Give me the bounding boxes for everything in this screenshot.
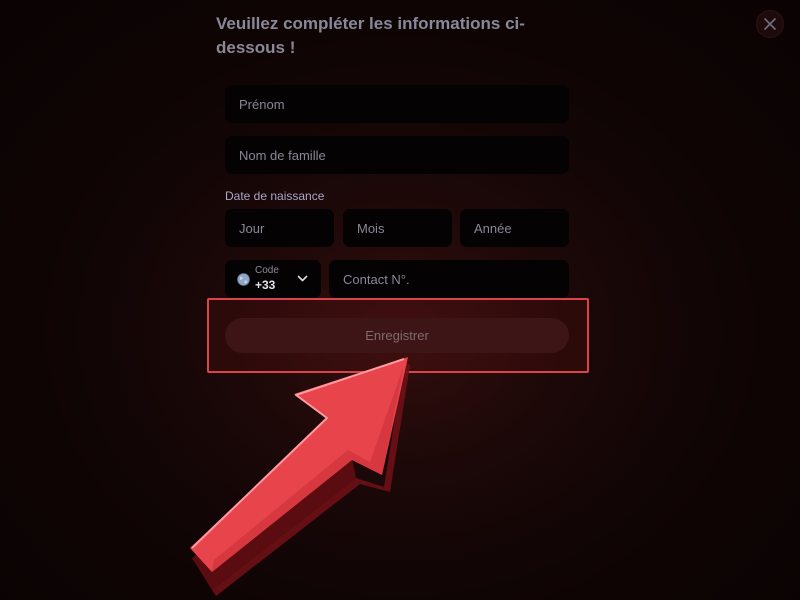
arrow-annotation xyxy=(190,357,410,596)
